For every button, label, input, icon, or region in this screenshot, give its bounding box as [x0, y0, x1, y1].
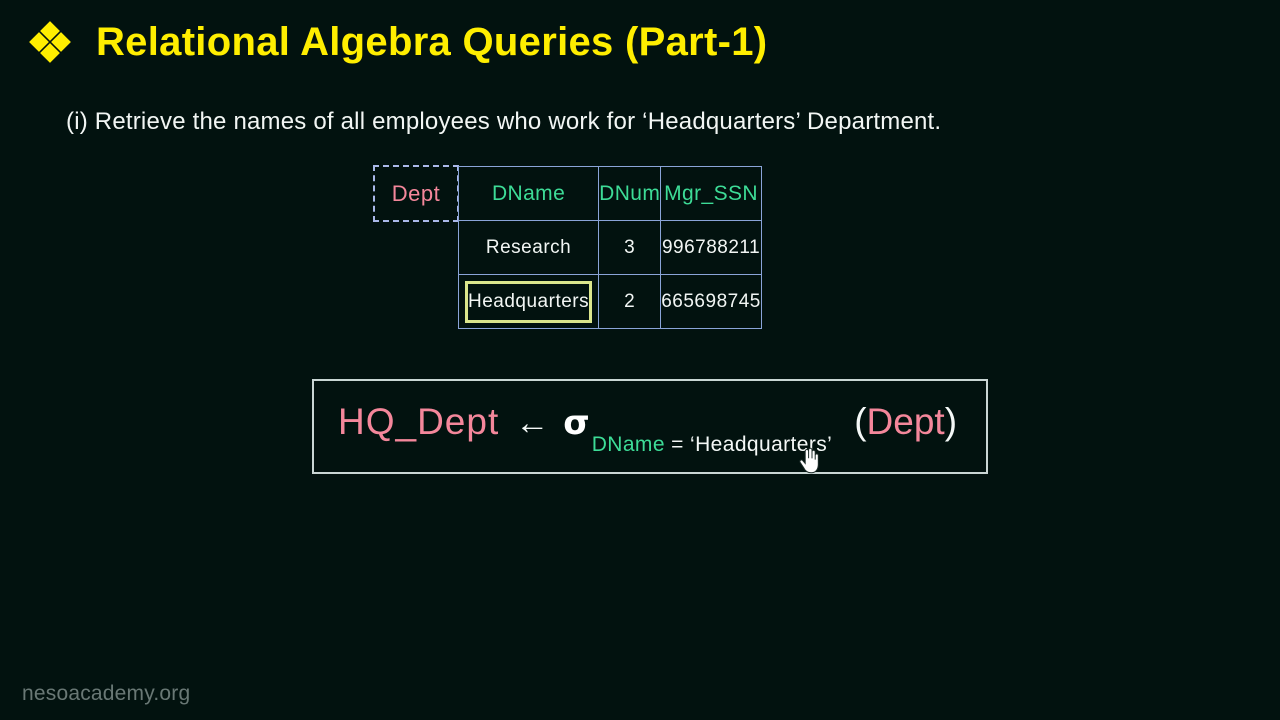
table-header-row: DName DNum Mgr_SSN [457, 166, 762, 221]
formula-subscript-condition: DName = ‘Headquarters’ [592, 433, 833, 457]
watermark: nesoacademy.org [22, 682, 191, 705]
cell-value: 2 [624, 290, 636, 312]
cell-dname-highlighted: Headquarters [457, 274, 600, 329]
condition-comparison: = ‘Headquarters’ [664, 433, 833, 456]
column-header-dname: DName [457, 166, 600, 221]
question-text: (i) Retrieve the names of all employees … [66, 108, 942, 135]
cell-value: Headquarters [465, 280, 593, 323]
cell-dnum: 2 [598, 274, 662, 329]
page-title: Relational Algebra Queries (Part-1) [96, 20, 768, 64]
open-paren: ( [854, 401, 867, 442]
table-row: Research 3 996788211 [457, 220, 762, 275]
cell-value: Research [485, 236, 572, 258]
formula-operand-relation: Dept [866, 401, 945, 442]
cell-value: 996788211 [661, 236, 761, 258]
relation-name-label: Dept [373, 165, 459, 222]
formula-operand-group: (Dept) [854, 401, 957, 443]
column-header-dnum: DNum [598, 166, 662, 221]
slide-title-row: Relational Algebra Queries (Part-1) [29, 20, 768, 64]
table-row: Headquarters 2 665698745 [457, 274, 762, 329]
assignment-arrow-icon: ← [515, 404, 550, 442]
relational-algebra-expression: HQ_Dept ← σ DName = ‘Headquarters’ (Dept… [338, 401, 957, 456]
cell-value: 3 [624, 236, 636, 258]
select-operator-sigma: σ [563, 403, 590, 443]
close-paren: ) [944, 401, 958, 442]
condition-attribute: DName [591, 433, 665, 456]
diamond-bullet-icon [29, 21, 71, 63]
column-header-mgr-ssn: Mgr_SSN [660, 166, 762, 221]
cell-value: 665698745 [661, 290, 761, 312]
cell-dname: Research [457, 220, 600, 275]
formula-box: HQ_Dept ← σ DName = ‘Headquarters’ (Dept… [312, 379, 988, 474]
cell-mgr-ssn: 665698745 [660, 274, 762, 329]
cell-mgr-ssn: 996788211 [660, 220, 762, 275]
relation-table: DName DNum Mgr_SSN Research 3 996788211 … [457, 166, 762, 329]
slide-canvas: Relational Algebra Queries (Part-1) (i) … [0, 0, 1280, 720]
formula-result-relation: HQ_Dept [338, 401, 500, 442]
cell-dnum: 3 [598, 220, 662, 275]
